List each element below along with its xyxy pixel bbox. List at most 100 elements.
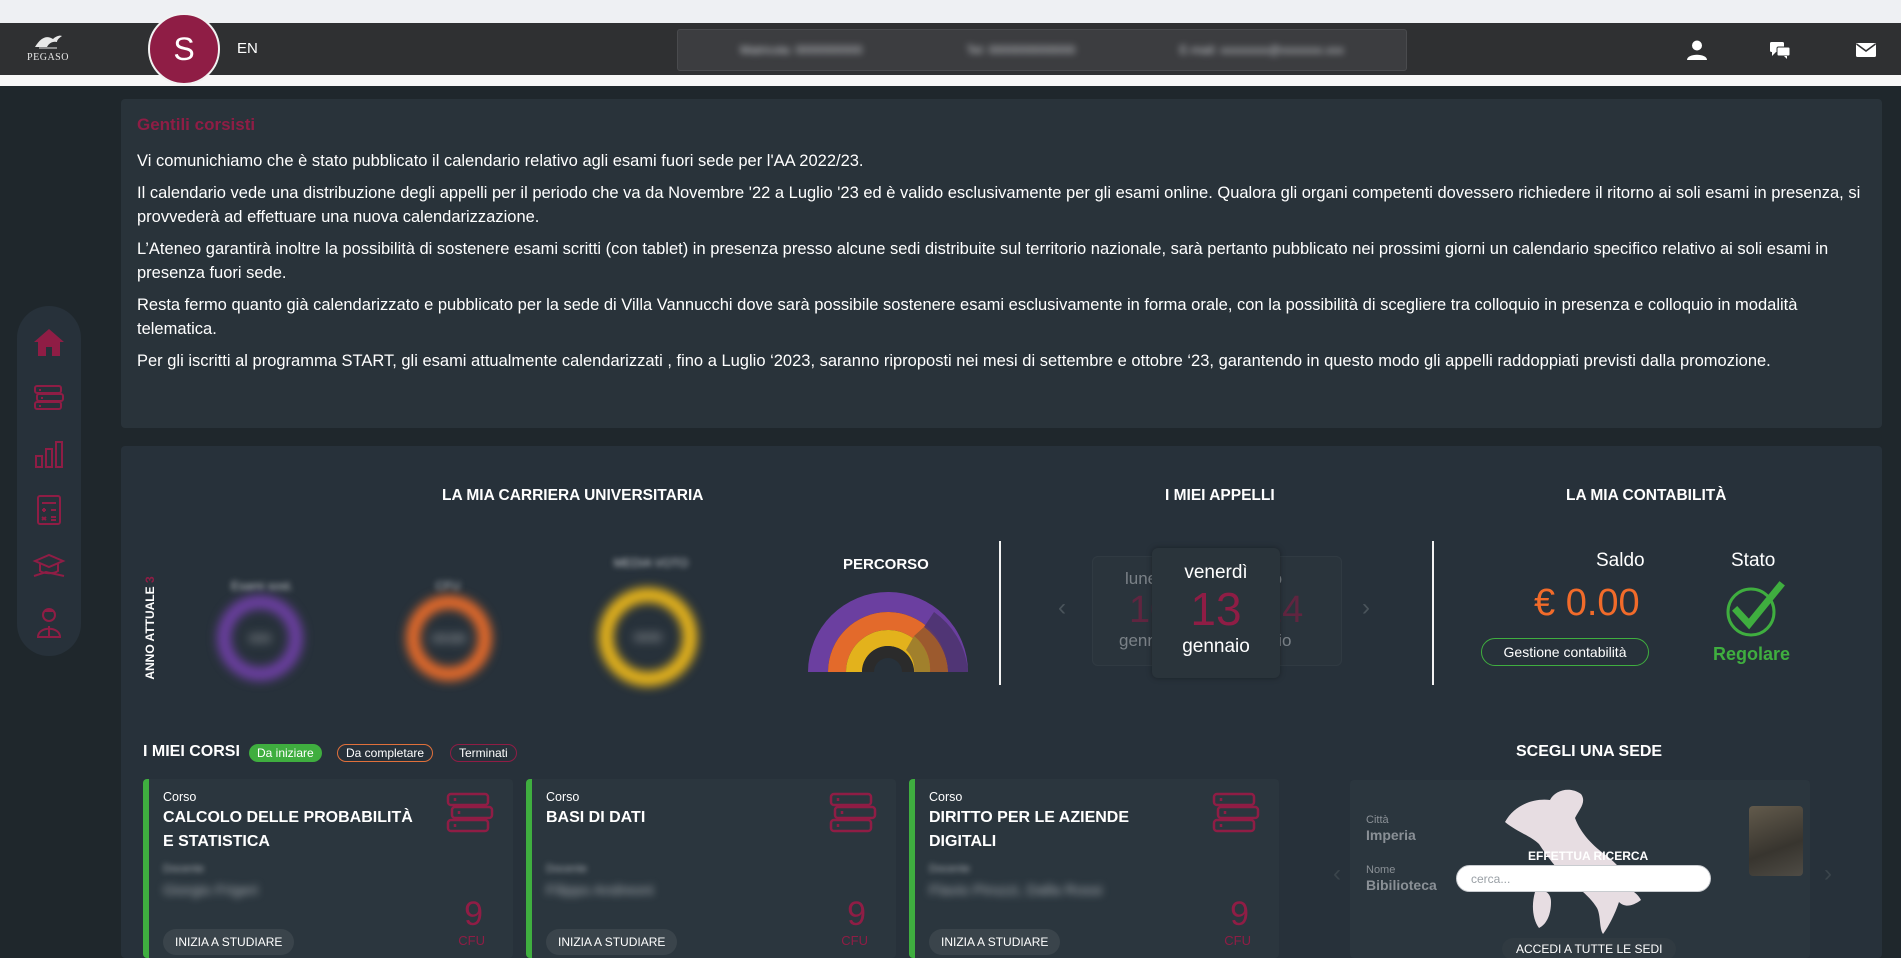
contact-info-bar: Matricola: 0000000000 Tel: 0000000000000…: [677, 29, 1407, 71]
sede-nome-value: Bibilioteca: [1366, 877, 1437, 893]
course-docente: Flavio Pirozzi, Dalla Rossi: [929, 882, 1103, 899]
gestione-contabilita-button[interactable]: Gestione contabilità: [1481, 638, 1649, 666]
logo-text: PEGASO: [27, 52, 69, 63]
inizia-studiare-button[interactable]: INIZIA A STUDIARE: [546, 929, 678, 955]
search-title: EFFETTUA RICERCA: [1528, 849, 1649, 863]
check-circle-icon: [1726, 581, 1785, 637]
course-cfu-label: CFU: [1224, 933, 1251, 948]
tutor-icon: [36, 608, 62, 638]
avatar[interactable]: S: [148, 13, 220, 85]
course-cfu-value: 9: [847, 895, 866, 933]
carriera-title: LA MIA CARRIERA UNIVERSITARIA: [442, 487, 704, 504]
sede-title: SCEGLI UNA SEDE: [1516, 743, 1663, 760]
course-name: BASI DI DATI: [546, 809, 646, 826]
sidebar: [17, 306, 81, 656]
inizia-studiare-button[interactable]: INIZIA A STUDIARE: [163, 929, 295, 955]
books-icon: [446, 792, 494, 833]
filter-da-completare[interactable]: Da completare: [337, 744, 434, 762]
donut-label-cfu: CFU: [435, 579, 461, 593]
pegaso-logo[interactable]: PEGASO: [22, 33, 74, 69]
course-cfu-value: 9: [1230, 895, 1249, 933]
anno-label-text: ANNO ATTUALE: [143, 585, 157, 680]
donut-label-exams: Esami sost.: [230, 579, 293, 593]
appello-dow: venerdì: [1184, 562, 1248, 583]
sede-citta-label: Città: [1366, 814, 1389, 826]
course-card[interactable]: Corso BASI DI DATI Docente Filippo Andre…: [526, 779, 896, 958]
inizia-studiare-button[interactable]: INIZIA A STUDIARE: [929, 929, 1061, 955]
sede-prev-arrow[interactable]: ‹: [1333, 860, 1341, 888]
contact-email: E-mail: xxxxxxxx@xxxxxxx.xxx: [1179, 43, 1344, 57]
course-docente-label: Docente: [163, 863, 204, 875]
notice-paragraph: L’Ateneo garantirà inoltre la possibilit…: [137, 240, 1829, 282]
browser-strip: [0, 0, 1901, 23]
filter-terminati[interactable]: Terminati: [450, 744, 517, 762]
stato-label: Stato: [1731, 550, 1776, 571]
chat-icon[interactable]: [1769, 39, 1791, 61]
course-cfu-label: CFU: [458, 933, 485, 948]
course-name: CALCOLO DELLE PROBABILITÀ E STATISTICA: [163, 809, 413, 850]
sidebar-item-stats[interactable]: [32, 436, 66, 472]
course-docente-label: Docente: [546, 863, 587, 875]
appelli-prev-arrow[interactable]: ‹: [1058, 594, 1066, 622]
corsi-title: I MIEI CORSI: [143, 743, 240, 760]
notice-paragraph: Il calendario vede una distribuzione deg…: [137, 184, 1861, 226]
course-label: Corso: [163, 790, 197, 804]
donut-value-exams: 0/24: [249, 633, 270, 645]
notice-paragraph: Per gli iscritti al programma START, gli…: [137, 352, 1771, 370]
filter-da-iniziare[interactable]: Da iniziare: [249, 744, 322, 762]
course-label: Corso: [546, 790, 580, 804]
calculator-icon: [37, 495, 61, 525]
course-card[interactable]: Corso DIRITTO PER LE AZIENDE DIGITALI Do…: [909, 779, 1279, 958]
contabilita-title: LA MIA CONTABILITÀ: [1566, 487, 1727, 504]
course-docente: Filippo Andreoni: [546, 882, 654, 899]
course-card[interactable]: Corso CALCOLO DELLE PROBABILITÀ E STATIS…: [143, 779, 513, 958]
divider: [999, 541, 1001, 685]
sede-nome-label: Nome: [1366, 864, 1396, 876]
course-docente: Giorgio Frigeri: [163, 882, 259, 899]
notice-paragraph: Resta fermo quanto già calendarizzato e …: [137, 296, 1798, 338]
sede-next-arrow[interactable]: ›: [1824, 860, 1832, 888]
course-cfu-value: 9: [464, 895, 483, 933]
sidebar-item-home[interactable]: [32, 324, 66, 360]
stats-icon: [35, 441, 63, 468]
notice-panel: Gentili corsisti Vi comunichiamo che è s…: [121, 99, 1882, 428]
donut-value-cfu: 00/180: [432, 633, 466, 645]
contact-matricola: Matricola: 0000000000: [740, 43, 863, 57]
sidebar-item-graduation[interactable]: [32, 548, 66, 584]
course-name: DIRITTO PER LE AZIENDE DIGITALI: [929, 809, 1130, 850]
saldo-value: € 0.00: [1534, 582, 1640, 624]
graduation-icon: [32, 553, 66, 577]
sidebar-item-accounting[interactable]: [32, 492, 66, 528]
appelli-next-arrow[interactable]: ›: [1362, 594, 1370, 622]
appello-month: gennaio: [1182, 636, 1250, 657]
navbar-divider: [0, 75, 1901, 86]
media-voto-donut: 00/30: [598, 587, 698, 687]
saldo-label: Saldo: [1596, 550, 1645, 571]
course-docente-label: Docente: [929, 863, 970, 875]
percorso-title: PERCORSO: [843, 556, 929, 573]
appello-card-current[interactable]: venerdì 13 gennaio: [1152, 548, 1280, 678]
course-cfu-label: CFU: [841, 933, 868, 948]
books-icon: [34, 385, 64, 410]
divider: [1432, 541, 1434, 685]
sede-citta-value: Imperia: [1366, 827, 1416, 843]
appelli-title: I MIEI APPELLI: [1165, 487, 1275, 504]
sidebar-item-tutor[interactable]: [32, 604, 66, 640]
books-icon: [1212, 792, 1260, 833]
cfu-donut: 00/180: [406, 595, 492, 681]
language-switch[interactable]: EN: [237, 40, 258, 57]
notice-paragraph: Vi comunichiamo che è stato pubblicato i…: [137, 152, 864, 170]
user-icon[interactable]: [1686, 39, 1708, 61]
donut-value-media: 00/30: [634, 632, 662, 644]
books-icon: [829, 792, 877, 833]
sede-thumbnail[interactable]: [1749, 806, 1803, 876]
sede-search-input[interactable]: [1456, 865, 1711, 892]
pegasus-icon: [35, 35, 62, 49]
accedi-tutte-sedi-button[interactable]: ACCEDI A TUTTE LE SEDI: [1502, 938, 1677, 958]
course-label: Corso: [929, 790, 963, 804]
mail-icon[interactable]: [1855, 39, 1877, 61]
sidebar-item-courses[interactable]: [32, 380, 66, 416]
anno-value: 3: [143, 575, 157, 583]
notice-title: Gentili corsisti: [137, 115, 256, 134]
stato-value: Regolare: [1713, 644, 1791, 664]
